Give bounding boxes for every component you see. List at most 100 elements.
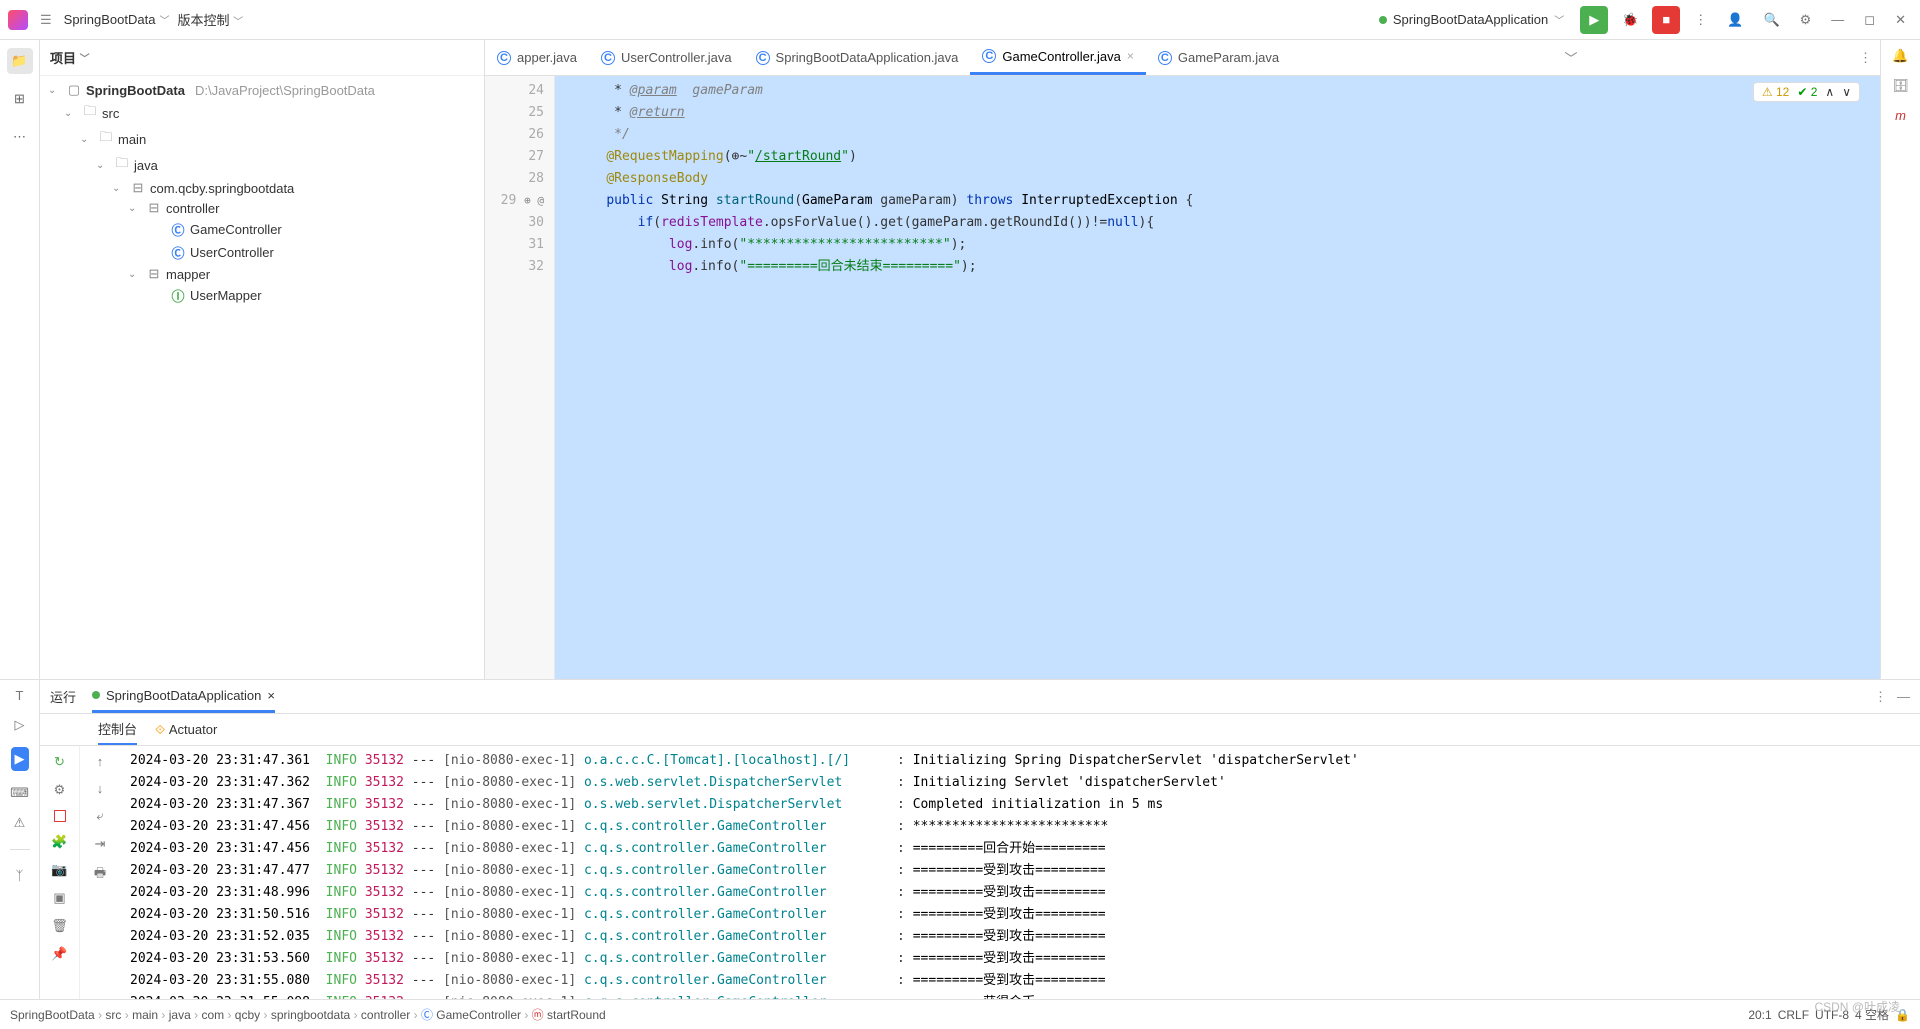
layout-icon[interactable]: ▣ bbox=[53, 890, 65, 906]
line-separator[interactable]: CRLF bbox=[1778, 1008, 1809, 1022]
rerun-icon[interactable]: ↻ bbox=[54, 754, 65, 770]
prev-highlight-icon[interactable]: ∧ bbox=[1825, 85, 1834, 99]
terminal-icon[interactable]: ⌨ bbox=[10, 785, 29, 801]
stop-button[interactable]: ■ bbox=[1652, 6, 1680, 34]
caret-position[interactable]: 20:1 bbox=[1748, 1008, 1771, 1022]
database-icon[interactable]: 🗄 bbox=[1892, 78, 1909, 94]
project-selector[interactable]: SpringBootData﹀ bbox=[64, 12, 170, 27]
more-tool-icon[interactable]: ⋯ bbox=[7, 124, 33, 150]
tree-folder-src[interactable]: ⌄🗀src bbox=[40, 100, 484, 126]
next-highlight-icon[interactable]: ∨ bbox=[1842, 85, 1851, 99]
inspections-widget[interactable]: ⚠ 12 ✔ 2 ∧ ∨ bbox=[1753, 82, 1860, 102]
file-encoding[interactable]: UTF-8 bbox=[1815, 1008, 1849, 1022]
debug-button[interactable]: 🐞 bbox=[1616, 6, 1644, 34]
run-tool-window: T ▷ ▶ ⌨ ⚠ ᛉ 运行 SpringBootDataApplication… bbox=[0, 679, 1920, 999]
editor-tabs: Capper.javaCUserController.javaCSpringBo… bbox=[485, 40, 1880, 76]
camera-icon[interactable]: 📷 bbox=[51, 862, 67, 878]
breadcrumb-item[interactable]: ⓜ startRound bbox=[532, 1008, 606, 1022]
breadcrumb-item[interactable]: qcby bbox=[235, 1008, 260, 1022]
editor-tab[interactable]: CGameParam.java bbox=[1146, 40, 1291, 75]
tree-package-controller[interactable]: ⌄⊟controller bbox=[40, 198, 484, 218]
class-icon: C bbox=[1158, 51, 1172, 65]
close-window-icon[interactable]: ✕ bbox=[1889, 6, 1912, 34]
editor-gutter[interactable]: 242526272829 ⊕ @303132 bbox=[485, 76, 555, 679]
tree-class-gamecontroller[interactable]: ⒸGameController bbox=[40, 218, 484, 241]
app-logo-icon bbox=[8, 10, 28, 30]
tree-package-mapper[interactable]: ⌄⊟mapper bbox=[40, 264, 484, 284]
log-line: 2024-03-20 23:31:50.516 INFO 35132 --- [… bbox=[130, 904, 1910, 926]
more-actions-icon[interactable]: ⋮ bbox=[1688, 6, 1713, 34]
breadcrumb-item[interactable]: Ⓒ GameController bbox=[421, 1008, 521, 1022]
breadcrumb-item[interactable]: controller bbox=[361, 1008, 410, 1022]
tree-package[interactable]: ⌄⊟com.qcby.springbootdata bbox=[40, 178, 484, 198]
up-icon[interactable]: ↑ bbox=[97, 754, 104, 769]
tree-root[interactable]: ⌄▢SpringBootDataD:\JavaProject\SpringBoo… bbox=[40, 80, 484, 100]
run-tool-icon[interactable]: ▶ bbox=[11, 747, 29, 771]
right-tool-strip: 🔔 🗄 m bbox=[1880, 40, 1920, 679]
tree-folder-main[interactable]: ⌄🗀main bbox=[40, 126, 484, 152]
editor-tab[interactable]: CGameController.java× bbox=[970, 40, 1146, 75]
console-subtab[interactable]: 控制台 bbox=[98, 714, 137, 745]
git-icon[interactable]: ᛉ bbox=[16, 868, 24, 883]
minimize-icon[interactable]: — bbox=[1825, 6, 1850, 33]
tabs-more-icon[interactable]: ⋮ bbox=[1851, 50, 1880, 66]
notifications-icon[interactable]: 🔔 bbox=[1892, 48, 1908, 64]
close-tab-icon[interactable]: × bbox=[1127, 49, 1134, 63]
problems-icon[interactable]: ⚠ bbox=[14, 815, 26, 831]
editor-tab[interactable]: CUserController.java bbox=[589, 40, 744, 75]
indent-setting[interactable]: 4 空格 bbox=[1855, 1006, 1889, 1023]
log-line: 2024-03-20 23:31:47.456 INFO 35132 --- [… bbox=[130, 838, 1910, 860]
dump-threads-icon[interactable]: 🧩 bbox=[51, 834, 67, 850]
console-actions: ↑ ↓ ⤶ ⇥ 🖶 bbox=[80, 746, 120, 999]
structure-tool-icon[interactable]: ⊞ bbox=[7, 86, 33, 112]
breadcrumb-item[interactable]: java bbox=[169, 1008, 191, 1022]
settings-icon[interactable]: ⚙ bbox=[1794, 6, 1818, 34]
hide-panel-icon[interactable]: — bbox=[1897, 689, 1910, 705]
down-icon[interactable]: ↓ bbox=[97, 781, 104, 796]
readonly-icon[interactable]: 🔒 bbox=[1895, 1008, 1910, 1022]
console-output[interactable]: 2024-03-20 23:31:47.361 INFO 35132 --- [… bbox=[120, 746, 1920, 999]
maximize-icon[interactable]: ◻ bbox=[1858, 6, 1881, 34]
run-more-icon[interactable]: ⋮ bbox=[1874, 689, 1887, 705]
tree-folder-java[interactable]: ⌄🗀java bbox=[40, 152, 484, 178]
tree-interface-usermapper[interactable]: ⒾUserMapper bbox=[40, 284, 484, 307]
maven-icon[interactable]: m bbox=[1895, 108, 1906, 123]
run-app-tab[interactable]: SpringBootDataApplication × bbox=[92, 680, 275, 713]
soft-wrap-icon[interactable]: ⤶ bbox=[96, 808, 103, 824]
project-panel-header[interactable]: 项目 ﹀ bbox=[40, 40, 484, 76]
tree-class-usercontroller[interactable]: ⒸUserController bbox=[40, 241, 484, 264]
run-subtabs: 控制台 ⟐ Actuator bbox=[40, 714, 1920, 746]
breadcrumb-item[interactable]: main bbox=[132, 1008, 158, 1022]
run-button[interactable]: ▶ bbox=[1580, 6, 1608, 34]
breadcrumb-item[interactable]: springbootdata bbox=[271, 1008, 350, 1022]
user-icon[interactable]: 👤 bbox=[1721, 6, 1749, 34]
services-icon[interactable]: ▷ bbox=[15, 717, 25, 733]
breadcrumb-item[interactable]: src bbox=[105, 1008, 121, 1022]
search-icon[interactable]: 🔍 bbox=[1757, 6, 1785, 34]
vcs-menu[interactable]: 版本控制 ﹀ bbox=[177, 10, 243, 29]
code-editor[interactable]: ⚠ 12 ✔ 2 ∧ ∨ 242526272829 ⊕ @303132 * @p… bbox=[485, 76, 1880, 679]
close-tab-icon[interactable]: × bbox=[267, 688, 275, 703]
print-icon[interactable]: 🖶 bbox=[94, 864, 106, 886]
scroll-end-icon[interactable]: ⇥ bbox=[95, 836, 106, 852]
tabs-dropdown-icon[interactable]: ﹀ bbox=[1557, 48, 1586, 67]
left-tool-strip: 📁 ⊞ ⋯ bbox=[0, 40, 40, 679]
trash-icon[interactable]: 🗑 bbox=[51, 918, 68, 934]
log-line: 2024-03-20 23:31:47.456 INFO 35132 --- [… bbox=[130, 816, 1910, 838]
pin-icon[interactable]: 📌 bbox=[51, 946, 67, 962]
run-settings-icon[interactable]: ⚙ bbox=[54, 782, 66, 798]
class-icon: C bbox=[601, 51, 615, 65]
titlebar: ☰ SpringBootData﹀ 版本控制 ﹀ SpringBootDataA… bbox=[0, 0, 1920, 40]
breadcrumb-item[interactable]: com bbox=[201, 1008, 224, 1022]
text-tool-icon[interactable]: T bbox=[16, 688, 24, 703]
actuator-subtab[interactable]: ⟐ Actuator bbox=[155, 714, 217, 745]
stop-process-icon[interactable] bbox=[54, 810, 66, 822]
main-menu-icon[interactable]: ☰ bbox=[36, 8, 56, 32]
run-panel-title: 运行 bbox=[50, 687, 76, 706]
breadcrumb-item[interactable]: SpringBootData bbox=[10, 1008, 95, 1022]
project-tool-icon[interactable]: 📁 bbox=[7, 48, 33, 74]
editor-tab[interactable]: CSpringBootDataApplication.java bbox=[744, 40, 971, 75]
run-config-selector[interactable]: SpringBootDataApplication﹀ bbox=[1371, 8, 1572, 31]
class-icon: C bbox=[497, 51, 511, 65]
editor-tab[interactable]: Capper.java bbox=[485, 40, 589, 75]
